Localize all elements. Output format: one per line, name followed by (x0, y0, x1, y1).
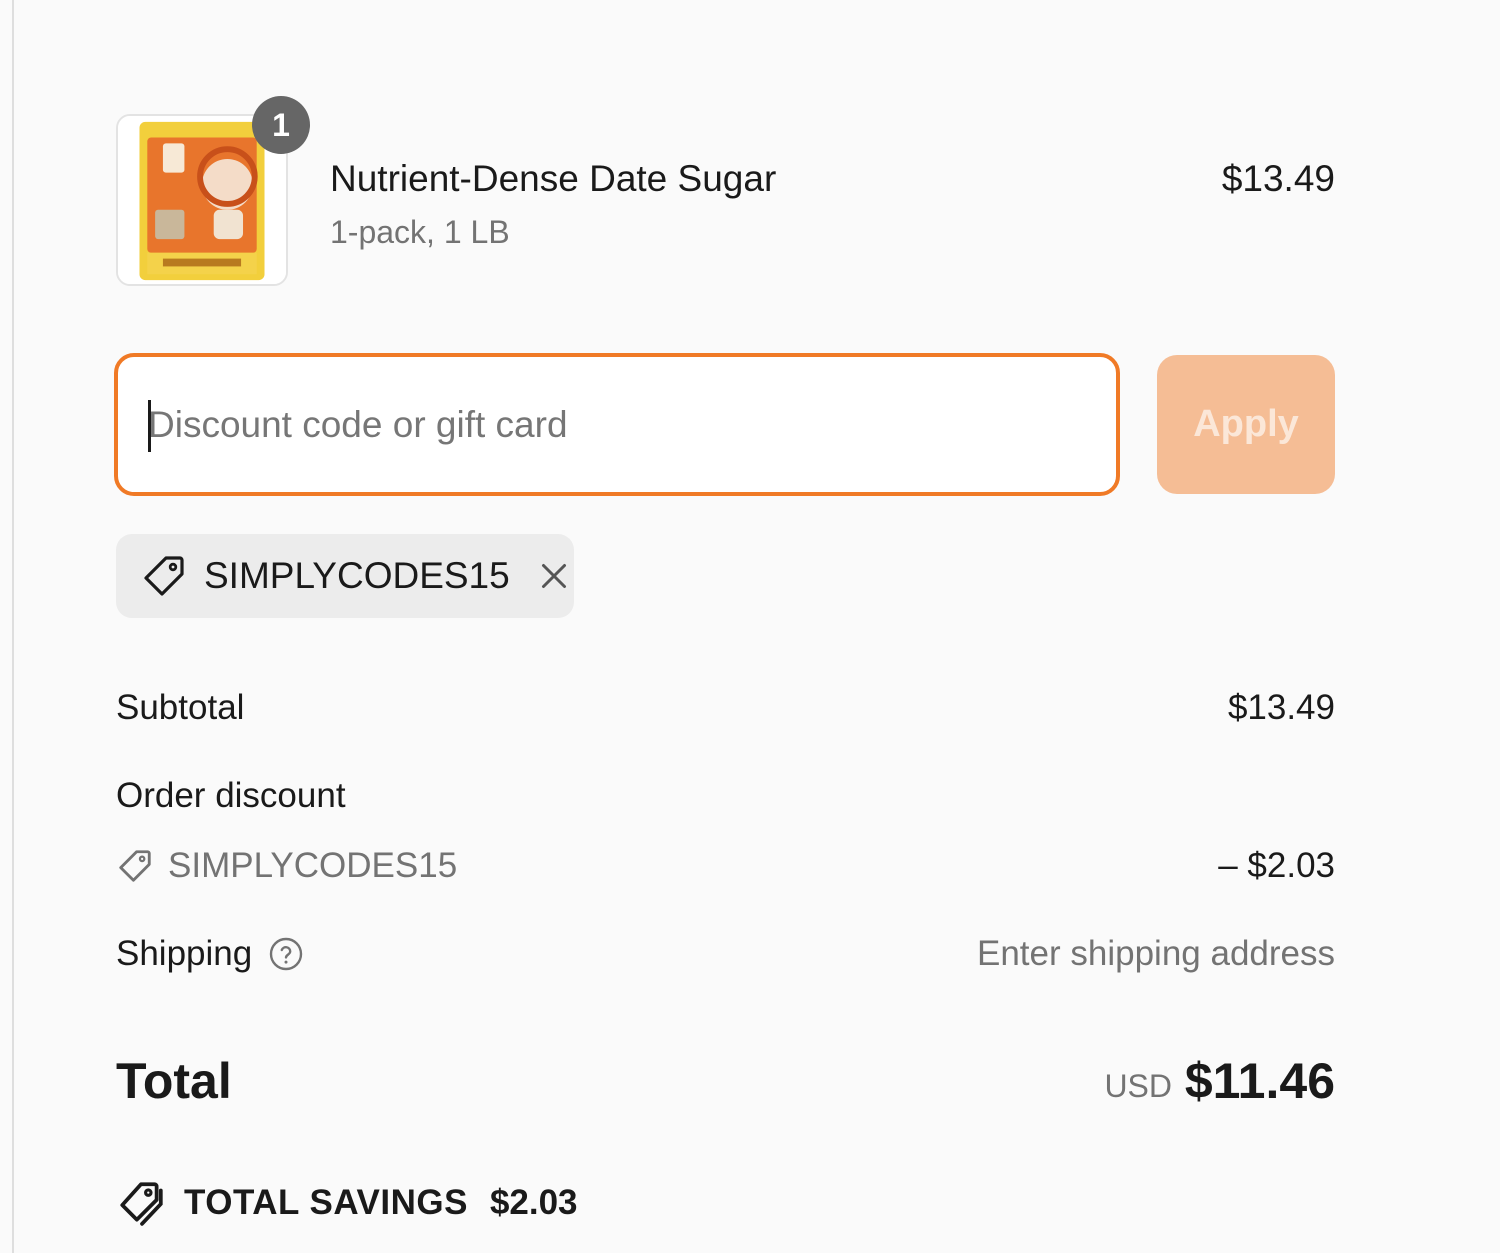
order-discount-value: – $2.03 (1218, 846, 1335, 885)
total-currency: USD (1104, 1068, 1172, 1104)
subtotal-value: $13.49 (1227, 688, 1335, 727)
discount-input[interactable] (148, 403, 1116, 446)
tag-icon (144, 556, 184, 596)
apply-button[interactable]: Apply (1157, 355, 1335, 494)
total-savings-value: $2.03 (489, 1183, 578, 1222)
order-discount-label: Order discount (116, 776, 346, 815)
total-value: $11.46 (1184, 1053, 1335, 1109)
total-label: Total (116, 1053, 232, 1109)
help-icon[interactable] (268, 936, 304, 972)
order-discount-code: SIMPLYCODES15 (116, 846, 457, 886)
quantity-badge: 1 (252, 96, 310, 154)
order-discount-code-label: SIMPLYCODES15 (168, 846, 458, 885)
product-variant: 1-pack, 1 LB (330, 214, 510, 250)
text-cursor (148, 400, 151, 452)
close-icon[interactable] (536, 558, 572, 594)
shipping-row: Shipping (116, 934, 304, 974)
discount-field[interactable] (114, 353, 1120, 496)
applied-code-chip: SIMPLYCODES15 (116, 534, 574, 618)
subtotal-label: Subtotal (116, 688, 245, 727)
total-savings: TOTAL SAVINGS $2.03 (116, 1178, 578, 1228)
product-name: Nutrient-Dense Date Sugar (330, 158, 777, 199)
applied-code-label: SIMPLYCODES15 (204, 555, 510, 596)
savings-tag-icon (120, 1182, 163, 1226)
product-price: $13.49 (1221, 158, 1335, 199)
sidebar-divider (12, 0, 14, 1253)
total-savings-label: TOTAL SAVINGS (184, 1183, 468, 1222)
shipping-value: Enter shipping address (977, 934, 1335, 973)
shipping-label: Shipping (116, 934, 253, 973)
tag-icon (119, 850, 151, 882)
